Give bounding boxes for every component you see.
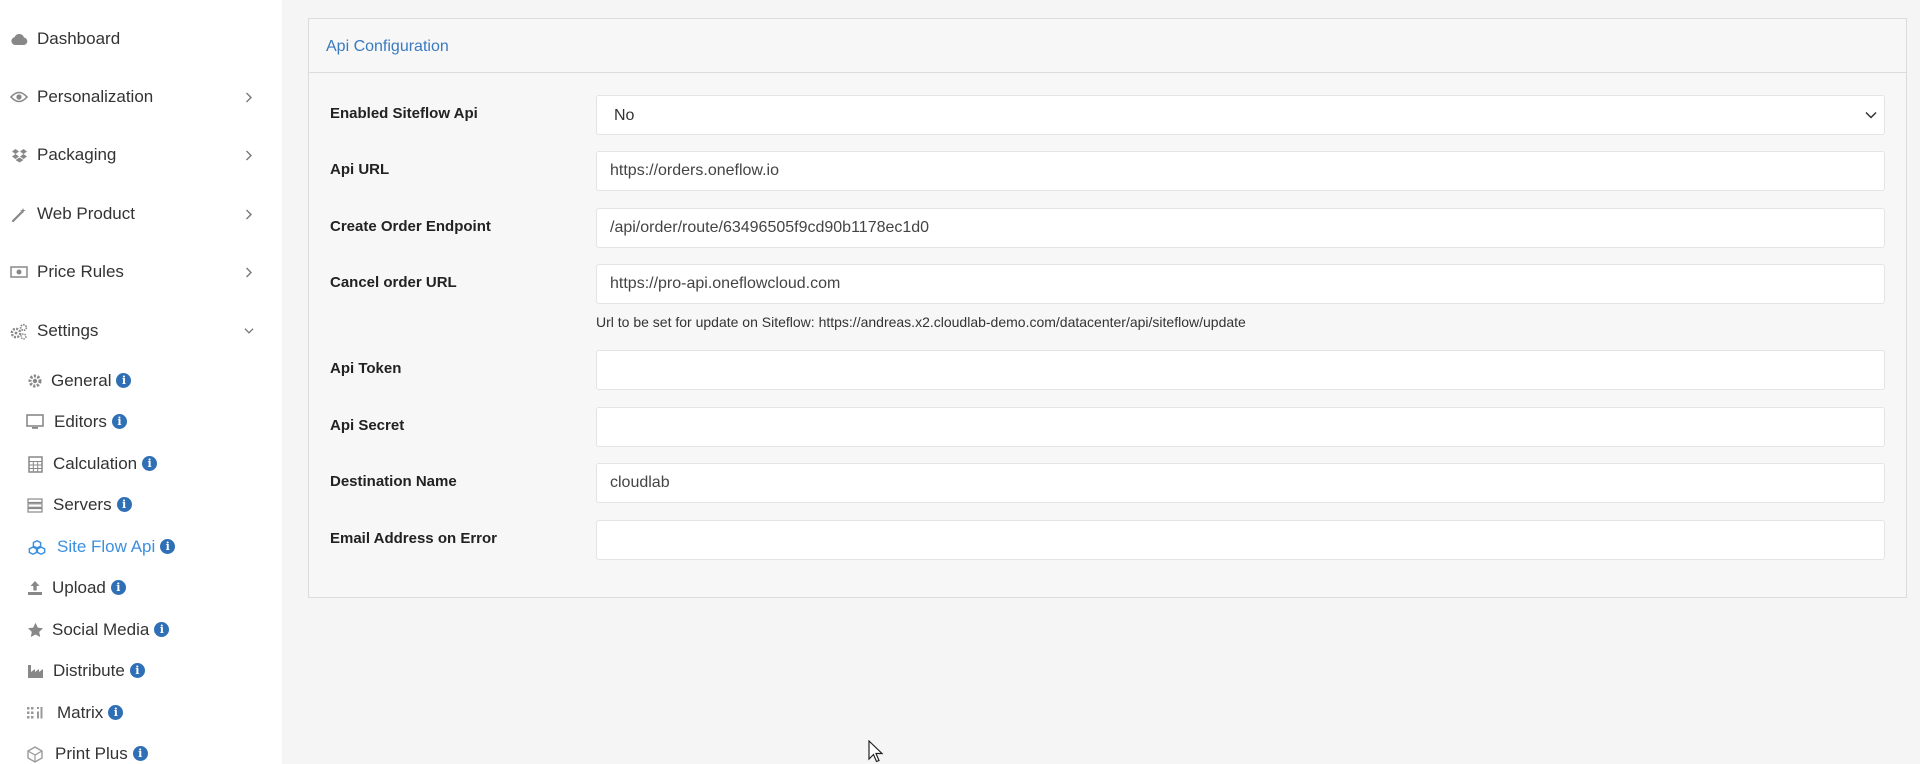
enabled-siteflow-api-select[interactable]: No [596,95,1885,135]
industry-icon [26,662,44,680]
sidebar-item-label: Print Plus [55,744,128,763]
cancel-order-url-input[interactable] [596,264,1885,304]
server-icon [26,496,44,514]
chevron-right-icon [244,267,254,277]
eye-icon [10,88,28,106]
grid-icon [26,704,44,722]
api-token-input[interactable] [596,350,1885,390]
info-icon[interactable]: i [116,497,132,513]
sidebar-subitem-editors[interactable]: Editors i [0,405,282,439]
sidebar-item-label: Upload [52,578,106,597]
sidebar-subitem-distribute[interactable]: Distribute i [0,654,282,688]
select-value: No [614,107,635,124]
sidebar-item-settings[interactable]: Settings [0,311,282,351]
api-secret-label: Api Secret [330,417,405,434]
sidebar-item-label: Site Flow Api [57,537,156,556]
email-address-on-error-input[interactable] [596,520,1885,560]
cube-outline-icon [26,745,44,763]
cubes-icon [28,538,46,556]
chevron-down-icon [244,326,254,336]
sidebar-item-label: Calculation [53,454,138,473]
info-icon[interactable]: i [116,373,132,389]
api-url-label: Api URL [330,161,390,178]
sidebar: Dashboard Personalization Packaging Web … [0,0,282,764]
info-icon[interactable]: i [110,580,126,596]
panel-title: Api Configuration [326,38,449,55]
info-icon[interactable]: i [132,746,148,762]
upload-icon [26,579,44,597]
api-url-input[interactable] [596,151,1885,191]
calculator-icon [26,455,44,473]
sidebar-subitem-print-plus[interactable]: Print Plus i [0,737,282,764]
create-order-endpoint-label: Create Order Endpoint [330,218,491,235]
chevron-right-icon [244,92,254,102]
sidebar-item-dashboard[interactable]: Dashboard [0,19,282,59]
info-icon[interactable]: i [154,622,170,638]
dropbox-icon [10,146,28,164]
cogs-icon [10,322,28,340]
sidebar-item-label: Dashboard [37,29,121,48]
sidebar-item-label: Packaging [37,145,117,164]
create-order-endpoint-input[interactable] [596,208,1885,248]
sidebar-item-label: Web Product [37,204,135,223]
destination-name-input[interactable] [596,463,1885,503]
info-icon[interactable]: i [108,705,124,721]
mouse-cursor-icon [868,739,886,764]
enabled-siteflow-api-label: Enabled Siteflow Api [330,105,478,122]
sidebar-item-label: Editors [54,412,107,431]
api-secret-input[interactable] [596,407,1885,447]
sidebar-subitem-general[interactable]: General i [0,364,282,398]
cancel-order-url-label: Cancel order URL [330,274,457,291]
star-icon [26,621,44,639]
sidebar-item-label: General [51,371,112,390]
chevron-down-icon [1864,108,1878,122]
info-icon[interactable]: i [142,456,158,472]
destination-name-label: Destination Name [330,473,457,490]
sidebar-item-personalization[interactable]: Personalization [0,77,282,117]
sidebar-item-label: Servers [53,495,112,514]
sidebar-item-label: Distribute [53,661,125,680]
sidebar-subitem-servers[interactable]: Servers i [0,488,282,522]
cloud-icon [10,30,28,48]
api-configuration-panel: Api Configuration Enabled Siteflow Api N… [308,18,1907,598]
chevron-right-icon [244,150,254,160]
sidebar-item-web-product[interactable]: Web Product [0,194,282,234]
sidebar-item-label: Settings [37,321,99,340]
money-icon [10,263,28,281]
sidebar-item-label: Social Media [52,620,150,639]
sidebar-item-label: Price Rules [37,262,124,281]
info-icon[interactable]: i [111,414,127,430]
magic-wand-icon [10,205,28,223]
chevron-right-icon [244,209,254,219]
info-icon[interactable]: i [129,663,145,679]
sidebar-item-packaging[interactable]: Packaging [0,135,282,175]
api-token-label: Api Token [330,360,402,377]
sidebar-subitem-matrix[interactable]: Matrix i [0,696,282,730]
sidebar-subitem-site-flow-api[interactable]: Site Flow Api i [0,530,282,564]
sidebar-item-label: Personalization [37,87,154,106]
panel-header: Api Configuration [309,19,1906,73]
cancel-order-help-text: Url to be set for update on Siteflow: ht… [596,314,1246,330]
desktop-icon [26,413,44,431]
sidebar-subitem-calculation[interactable]: Calculation i [0,447,282,481]
sidebar-item-label: Matrix [57,703,104,722]
gear-icon [26,372,44,390]
email-address-on-error-label: Email Address on Error [330,530,497,547]
sidebar-subitem-upload[interactable]: Upload i [0,571,282,605]
info-icon[interactable]: i [160,539,176,555]
sidebar-item-price-rules[interactable]: Price Rules [0,252,282,292]
sidebar-subitem-social-media[interactable]: Social Media i [0,613,282,647]
